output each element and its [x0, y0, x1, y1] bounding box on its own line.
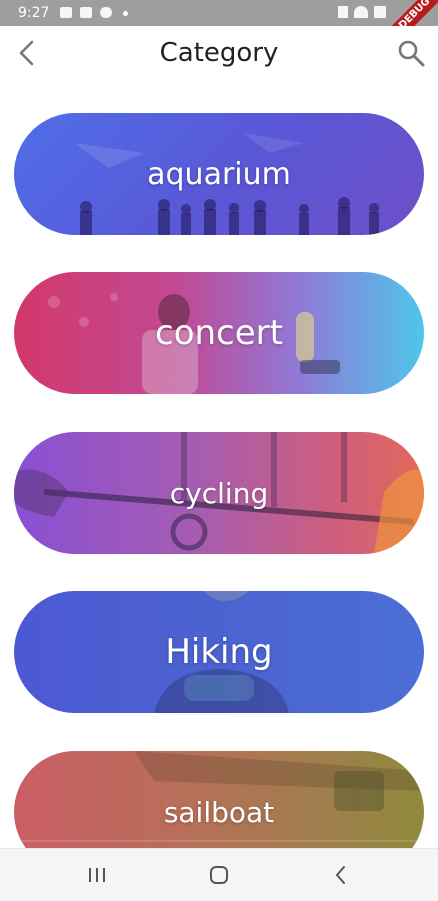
system-nav-bar	[0, 848, 438, 901]
category-label-cycling: cycling	[169, 476, 269, 510]
recents-icon[interactable]	[82, 861, 112, 889]
wifi-icon	[354, 6, 368, 18]
category-label-hiking: Hiking	[165, 632, 273, 672]
status-bar: 9:27 DEBUG	[0, 0, 438, 52]
category-label-sailboat: sailboat	[163, 795, 275, 829]
nav-back-icon[interactable]	[326, 861, 356, 889]
category-card-sailboat[interactable]: sailboat	[14, 751, 424, 848]
signal-icon	[374, 6, 386, 18]
category-card-concert[interactable]: concert	[14, 272, 424, 394]
home-icon[interactable]	[204, 861, 234, 889]
status-time: 9:27	[18, 5, 50, 21]
category-card-aquarium[interactable]: aquarium	[14, 113, 424, 235]
search-icon[interactable]	[396, 38, 426, 68]
messenger-notification-icon	[100, 7, 112, 18]
gallery-notification-icon	[60, 7, 72, 18]
category-card-hiking[interactable]: Hiking	[14, 591, 424, 713]
page-title: Category	[159, 38, 279, 68]
app-bar: Category	[0, 26, 438, 82]
category-label-aquarium: aquarium	[147, 156, 291, 192]
category-list: aquarium concert cycling Hiking sailboat	[0, 82, 438, 848]
photo-notification-icon	[80, 7, 92, 18]
category-label-concert: concert	[155, 313, 283, 353]
category-card-cycling[interactable]: cycling	[14, 432, 424, 554]
alarm-icon	[338, 6, 348, 18]
more-notifications-icon	[123, 11, 128, 16]
